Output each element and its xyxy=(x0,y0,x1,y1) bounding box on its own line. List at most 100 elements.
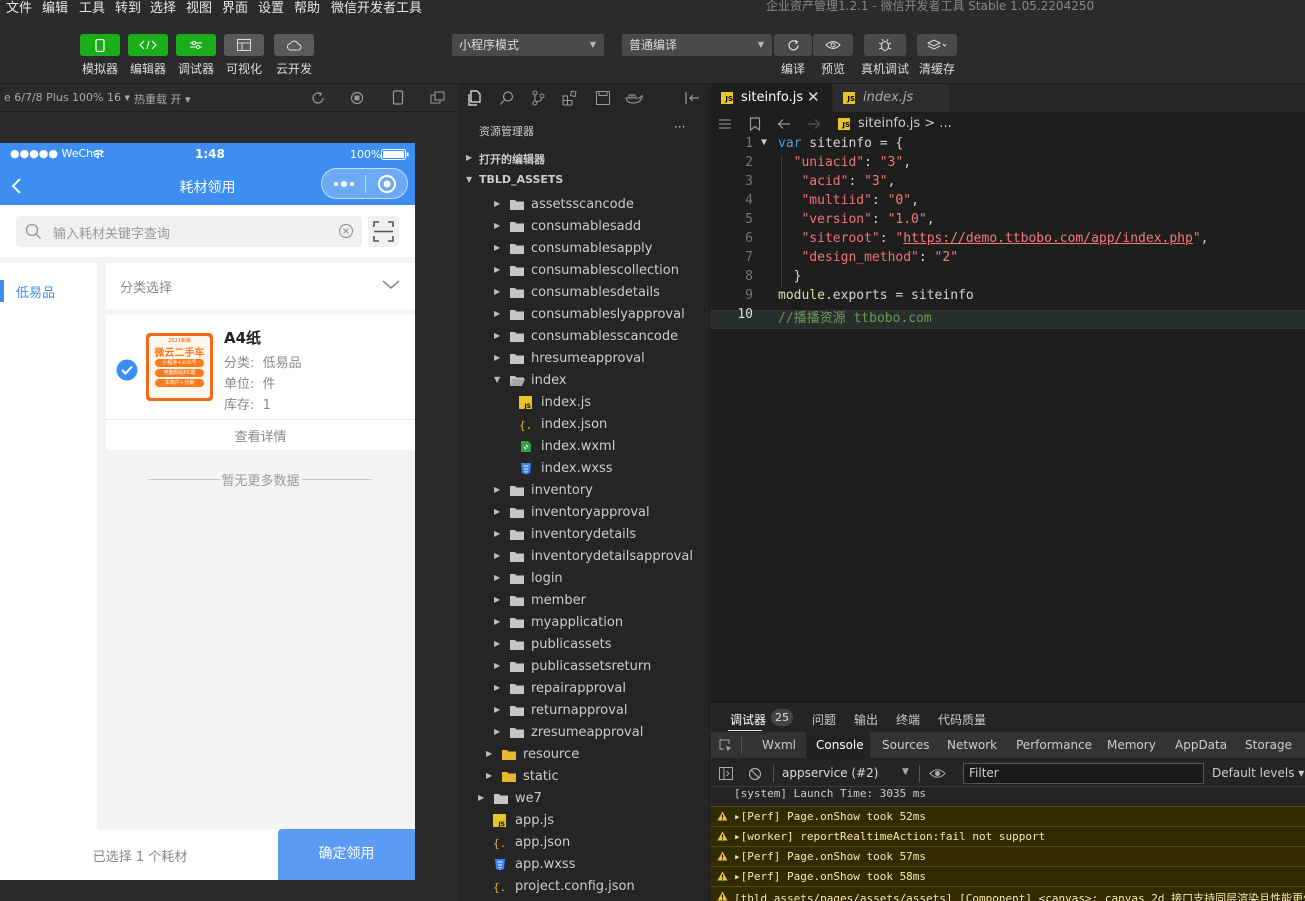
collapse-panel-icon[interactable] xyxy=(685,91,701,105)
debugger-button[interactable] xyxy=(176,34,216,56)
tree-item[interactable]: ▶ publicassetsreturn xyxy=(458,656,709,678)
save-icon[interactable] xyxy=(595,90,611,106)
docker-icon[interactable] xyxy=(625,90,643,106)
source-control-icon[interactable] xyxy=(531,90,545,106)
checked-icon[interactable] xyxy=(116,359,138,381)
more-icon[interactable]: ··· xyxy=(674,120,685,134)
tree-item[interactable]: ▶ consumablesdetails xyxy=(458,282,709,304)
console-log-row[interactable]: [system] Launch Time: 3035 ms xyxy=(711,788,1305,804)
tree-item[interactable]: ▶ inventoryapproval xyxy=(458,502,709,524)
rotate-icon[interactable] xyxy=(311,91,325,105)
tab-performance[interactable]: Performance xyxy=(1016,738,1092,752)
phone-icon[interactable] xyxy=(392,90,404,105)
clear-cache-button[interactable] xyxy=(917,34,957,56)
tree-item[interactable]: ▶ assetsscancode xyxy=(458,194,709,216)
view-details-link[interactable]: 查看详情 xyxy=(106,426,415,445)
tree-item[interactable]: ▶ consumablesapply xyxy=(458,238,709,260)
tab-terminal[interactable]: 终端 xyxy=(896,711,920,728)
preview-button[interactable] xyxy=(813,34,853,56)
close-circle-icon[interactable] xyxy=(377,174,397,194)
log-levels-select[interactable]: Default levels ▾ xyxy=(1212,766,1304,780)
tree-item[interactable]: ▶ static xyxy=(458,766,709,788)
tree-item[interactable]: {..} project.config.json xyxy=(458,876,709,898)
tab-index[interactable]: JS index.js xyxy=(833,84,949,112)
files-icon[interactable] xyxy=(467,90,483,106)
bookmark-icon[interactable] xyxy=(749,117,761,131)
tree-item[interactable]: ▶ member xyxy=(458,590,709,612)
editor-button[interactable] xyxy=(128,34,168,56)
project-root[interactable]: ▼ TBLD_ASSETS xyxy=(458,170,709,192)
tree-item[interactable]: ▶ consumableslyapproval xyxy=(458,304,709,326)
compile-select[interactable]: 普通编译 ▼ xyxy=(622,34,772,56)
tree-item[interactable]: ▶ we7 xyxy=(458,788,709,810)
tree-item[interactable]: ▶ consumablesscancode xyxy=(458,326,709,348)
clear-console-icon[interactable] xyxy=(748,767,762,781)
tree-item[interactable]: ▶ inventory xyxy=(458,480,709,502)
tree-item[interactable]: ▶ resource xyxy=(458,744,709,766)
tree-item[interactable]: app.wxss xyxy=(458,854,709,876)
tab-sources[interactable]: Sources xyxy=(882,738,929,752)
stop-icon[interactable] xyxy=(350,91,364,105)
console-log-row[interactable]: ▸[Perf] Page.onShow took 57ms xyxy=(711,846,1305,866)
tree-item[interactable]: {..} app.json xyxy=(458,832,709,854)
console-log-row[interactable]: [tbld_assets/pages/assets/assets] [Compo… xyxy=(711,886,1305,901)
windows-icon[interactable] xyxy=(430,91,446,105)
tree-item[interactable]: ▶ inventorydetailsapproval xyxy=(458,546,709,568)
tree-item[interactable]: ▶ repairapproval xyxy=(458,678,709,700)
device-debug-button[interactable] xyxy=(864,34,906,56)
sidebar-toggle-icon[interactable] xyxy=(719,767,733,780)
visual-button[interactable] xyxy=(224,34,264,56)
compile-button[interactable] xyxy=(774,34,812,56)
console-log-row[interactable]: ▸[Perf] Page.onShow took 58ms xyxy=(711,866,1305,886)
tab-console[interactable]: Console xyxy=(816,738,864,752)
back-arrow-icon[interactable] xyxy=(777,118,791,130)
extensions-icon[interactable] xyxy=(562,90,578,106)
device-select[interactable]: e 6/7/8 Plus 100% 16 ▾ xyxy=(4,91,130,104)
tree-item[interactable]: ▶ inventorydetails xyxy=(458,524,709,546)
list-icon[interactable] xyxy=(718,118,732,130)
code-editor[interactable]: ▼ 1 var siteinfo = {2 "uniacid": "3", 3 "a… xyxy=(711,136,1305,701)
tree-item[interactable]: ▶ login xyxy=(458,568,709,590)
scan-button[interactable] xyxy=(368,216,399,247)
tree-item[interactable]: ▶ returnapproval xyxy=(458,700,709,722)
search-input[interactable]: 输入耗材关键字查询 xyxy=(16,216,362,247)
open-editors-section[interactable]: ▶ 打开的编辑器 xyxy=(458,148,709,170)
tree-item[interactable]: ▶ myapplication xyxy=(458,612,709,634)
tree-item[interactable]: {..} index.json xyxy=(458,414,709,436)
clear-icon[interactable] xyxy=(338,223,354,239)
hot-reload-toggle[interactable]: 热重载 开 ▾ xyxy=(134,91,191,107)
tree-item[interactable]: JS app.js xyxy=(458,810,709,832)
tab-code-quality[interactable]: 代码质量 xyxy=(938,711,986,728)
filter-input[interactable]: Filter xyxy=(963,763,1204,784)
tab-network[interactable]: Network xyxy=(947,738,997,752)
tree-item[interactable]: ▼ index xyxy=(458,370,709,392)
tree-item[interactable]: ▶ hresumeapproval xyxy=(458,348,709,370)
breadcrumb-path[interactable]: siteinfo.js > ... xyxy=(858,116,952,131)
forward-arrow-icon[interactable] xyxy=(807,118,821,130)
more-dots-icon[interactable] xyxy=(332,178,356,190)
tab-memory[interactable]: Memory xyxy=(1107,738,1156,752)
sidebar-item-low-value[interactable]: 低易品 xyxy=(16,282,55,301)
mode-select[interactable]: 小程序模式 ▼ xyxy=(452,34,604,56)
close-icon[interactable]: ✕ xyxy=(807,88,820,106)
simulator-button[interactable] xyxy=(80,34,120,56)
tab-siteinfo[interactable]: JS siteinfo.js ✕ xyxy=(711,84,832,112)
tab-wxml[interactable]: Wxml xyxy=(762,738,796,752)
category-select[interactable]: 分类选择 xyxy=(106,263,415,309)
eye-icon[interactable] xyxy=(929,768,946,779)
console-log-row[interactable]: ▸[Perf] Page.onShow took 52ms xyxy=(711,806,1305,826)
console-log-row[interactable]: ▸[worker] reportRealtimeAction:fail not … xyxy=(711,826,1305,846)
tree-item[interactable]: ▶ publicassets xyxy=(458,634,709,656)
context-select[interactable]: appservice (#2) xyxy=(782,766,878,780)
tab-debugger[interactable]: 调试器 xyxy=(730,711,766,728)
tree-item[interactable]: ▶ consumablesadd xyxy=(458,216,709,238)
tree-item[interactable]: ▶ zresumeapproval xyxy=(458,722,709,744)
tree-item[interactable]: ▶ consumablescollection xyxy=(458,260,709,282)
tree-item[interactable]: JS index.js xyxy=(458,392,709,414)
tree-item[interactable]: index.wxss xyxy=(458,458,709,480)
cloud-button[interactable] xyxy=(274,34,314,56)
tree-item[interactable]: index.wxml xyxy=(458,436,709,458)
tab-output[interactable]: 输出 xyxy=(854,711,878,728)
tab-storage[interactable]: Storage xyxy=(1245,738,1292,752)
search-icon[interactable] xyxy=(499,90,515,106)
